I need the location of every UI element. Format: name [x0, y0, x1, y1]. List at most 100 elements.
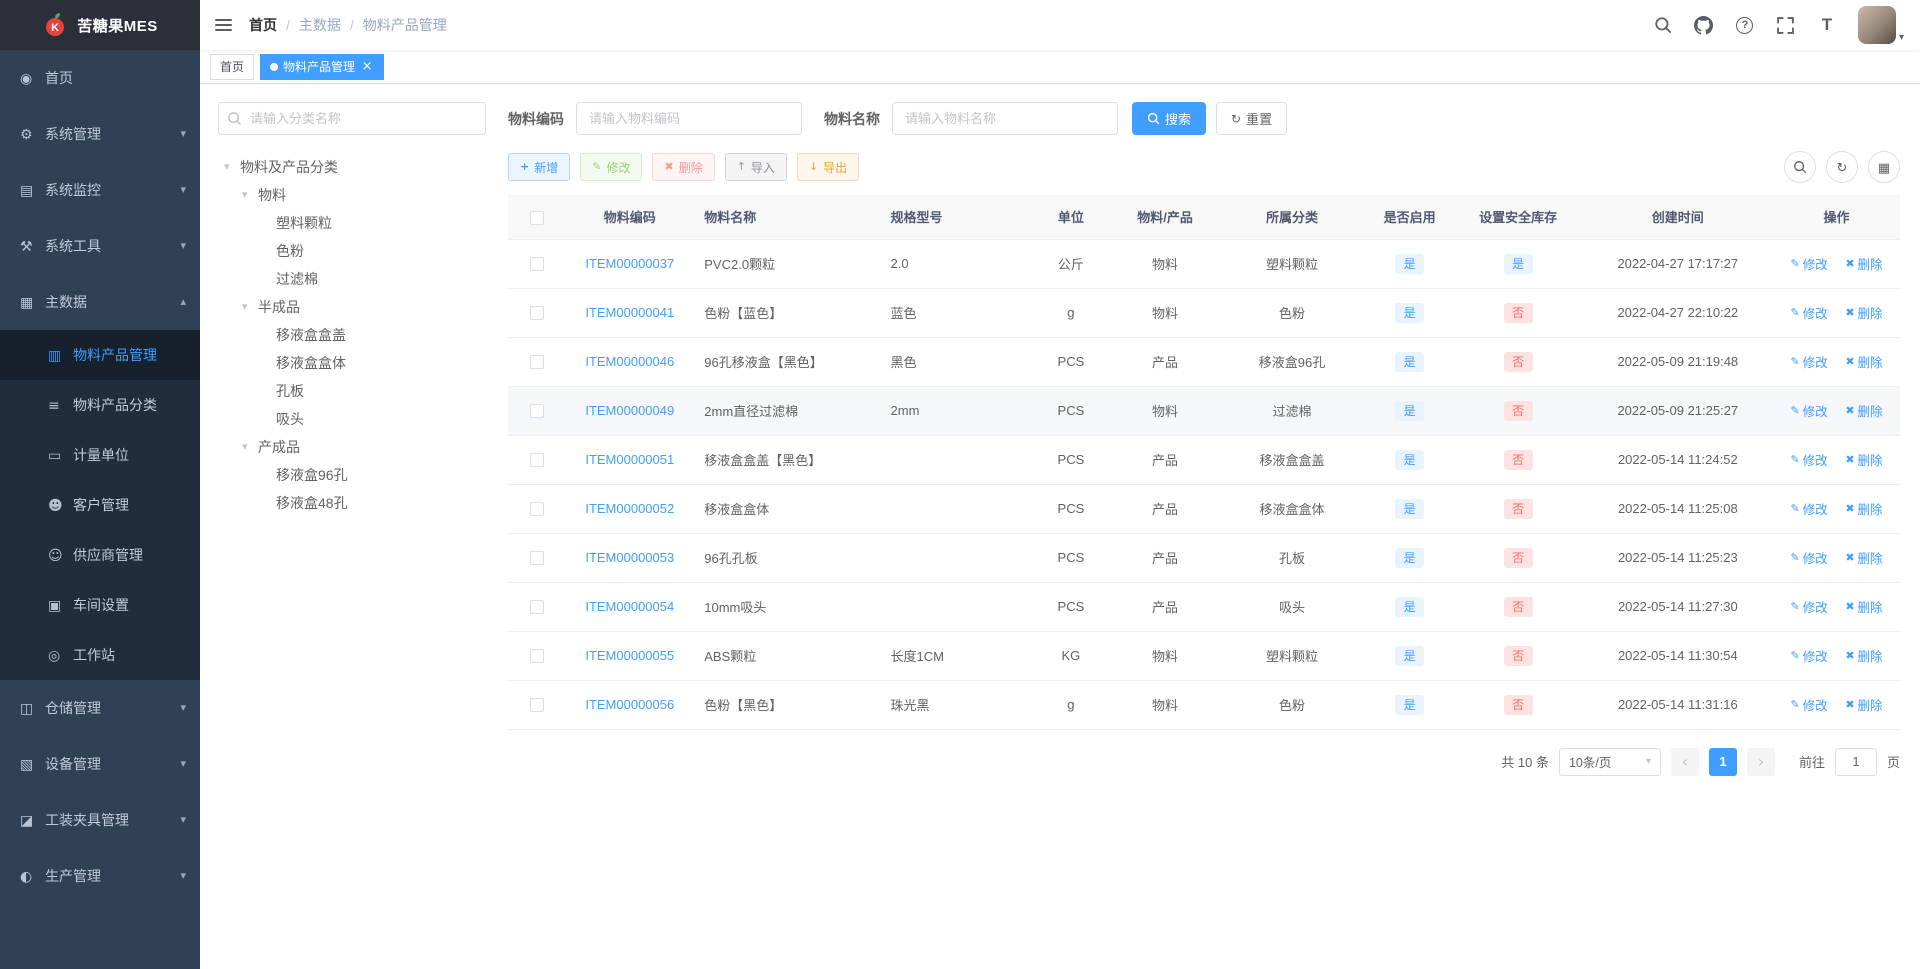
tree-node[interactable]: 孔板	[222, 377, 486, 405]
row-checkbox[interactable]	[529, 502, 544, 517]
goto-page-input[interactable]	[1834, 747, 1877, 776]
fullscreen-icon[interactable]	[1776, 15, 1796, 35]
row-checkbox[interactable]	[529, 551, 544, 566]
edit-row-link[interactable]: 修改	[1790, 254, 1828, 273]
row-checkbox[interactable]	[529, 306, 544, 321]
tab-material-product[interactable]: 物料产品管理	[260, 53, 385, 80]
tree-node[interactable]: 物料	[222, 181, 486, 209]
edit-row-link[interactable]: 修改	[1790, 401, 1828, 420]
material-code-input[interactable]	[576, 102, 802, 135]
tree-node[interactable]: 物料及产品分类	[222, 153, 486, 181]
edit-row-link[interactable]: 修改	[1790, 352, 1828, 371]
sidebar-item[interactable]: 供应商管理	[0, 530, 200, 580]
material-code-link[interactable]: ITEM00000056	[585, 697, 674, 712]
page-number-button[interactable]: 1	[1708, 747, 1737, 776]
sidebar-toggle-button[interactable]	[200, 0, 247, 50]
material-code-link[interactable]: ITEM00000053	[585, 550, 674, 565]
select-all-checkbox[interactable]	[529, 210, 544, 225]
search-button[interactable]: 搜索	[1132, 102, 1207, 135]
next-page-button[interactable]	[1746, 747, 1775, 776]
tree-node[interactable]: 产成品	[222, 433, 486, 461]
help-icon[interactable]: ?	[1735, 15, 1755, 35]
row-checkbox[interactable]	[529, 404, 544, 419]
delete-row-link[interactable]: 删除	[1845, 303, 1883, 322]
refresh-button[interactable]	[1826, 151, 1858, 183]
row-checkbox[interactable]	[529, 453, 544, 468]
tree-node[interactable]: 移液盒盒盖	[222, 321, 486, 349]
sidebar-item[interactable]: 仓储管理	[0, 680, 200, 736]
sidebar-item[interactable]: 系统管理	[0, 106, 200, 162]
delete-row-link[interactable]: 删除	[1845, 450, 1883, 469]
breadcrumb-home[interactable]: 首页	[249, 15, 277, 35]
material-code-link[interactable]: ITEM00000052	[585, 501, 674, 516]
row-checkbox[interactable]	[529, 257, 544, 272]
material-code-link[interactable]: ITEM00000055	[585, 648, 674, 663]
tree-node[interactable]: 色粉	[222, 237, 486, 265]
tree-node[interactable]: 移液盒盒体	[222, 349, 486, 377]
columns-toggle-button[interactable]	[1868, 151, 1900, 183]
add-button[interactable]: 新增	[508, 153, 571, 181]
sidebar-item[interactable]: 系统监控	[0, 162, 200, 218]
tree-node[interactable]: 吸头	[222, 405, 486, 433]
delete-row-link[interactable]: 删除	[1845, 597, 1883, 616]
edit-row-link[interactable]: 修改	[1790, 499, 1828, 518]
row-checkbox[interactable]	[529, 600, 544, 615]
tree-expand-icon[interactable]	[224, 161, 240, 173]
delete-row-link[interactable]: 删除	[1845, 352, 1883, 371]
delete-row-link[interactable]: 删除	[1845, 548, 1883, 567]
sidebar-item[interactable]: 物料产品分类	[0, 380, 200, 430]
delete-row-link[interactable]: 删除	[1845, 695, 1883, 714]
prev-page-button[interactable]	[1670, 747, 1699, 776]
show-search-toggle-button[interactable]	[1784, 151, 1816, 183]
sidebar-item[interactable]: 工装夹具管理	[0, 792, 200, 848]
edit-row-link[interactable]: 修改	[1790, 646, 1828, 665]
tree-expand-icon[interactable]	[242, 301, 258, 313]
material-code-link[interactable]: ITEM00000051	[585, 452, 674, 467]
sidebar-item[interactable]: 客户管理	[0, 480, 200, 530]
material-code-link[interactable]: ITEM00000049	[585, 403, 674, 418]
tree-node[interactable]: 移液盒48孔	[222, 489, 486, 517]
sidebar-item[interactable]: 首页	[0, 50, 200, 106]
material-code-link[interactable]: ITEM00000037	[585, 256, 674, 271]
close-tab-icon[interactable]	[360, 60, 374, 74]
tree-node[interactable]: 半成品	[222, 293, 486, 321]
tree-expand-icon[interactable]	[242, 441, 258, 453]
material-code-link[interactable]: ITEM00000046	[585, 354, 674, 369]
material-code-link[interactable]: ITEM00000054	[585, 599, 674, 614]
tree-node[interactable]: 移液盒96孔	[222, 461, 486, 489]
sidebar-item[interactable]: 生产管理	[0, 848, 200, 904]
edit-row-link[interactable]: 修改	[1790, 695, 1828, 714]
sidebar-item[interactable]: 主数据	[0, 274, 200, 330]
sidebar-item[interactable]: 车间设置	[0, 580, 200, 630]
sidebar-item[interactable]: 设备管理	[0, 736, 200, 792]
sidebar-item[interactable]: 系统工具	[0, 218, 200, 274]
row-checkbox[interactable]	[529, 649, 544, 664]
sidebar-item[interactable]: 物料产品管理	[0, 330, 200, 380]
sidebar-item[interactable]: 计量单位	[0, 430, 200, 480]
font-size-icon[interactable]: T	[1817, 15, 1837, 35]
edit-row-link[interactable]: 修改	[1790, 303, 1828, 322]
app-logo[interactable]: K 苦糖果MES	[0, 0, 200, 50]
delete-row-link[interactable]: 删除	[1845, 499, 1883, 518]
tab-home[interactable]: 首页	[210, 53, 255, 80]
delete-row-link[interactable]: 删除	[1845, 646, 1883, 665]
delete-row-link[interactable]: 删除	[1845, 401, 1883, 420]
tree-node[interactable]: 塑料颗粒	[222, 209, 486, 237]
row-checkbox[interactable]	[529, 698, 544, 713]
avatar[interactable]	[1857, 6, 1896, 44]
edit-row-link[interactable]: 修改	[1790, 597, 1828, 616]
row-checkbox[interactable]	[529, 355, 544, 370]
delete-row-link[interactable]: 删除	[1845, 254, 1883, 273]
sidebar-item[interactable]: 工作站	[0, 630, 200, 680]
edit-row-link[interactable]: 修改	[1790, 450, 1828, 469]
export-button[interactable]: 导出	[796, 153, 860, 181]
search-icon[interactable]	[1653, 15, 1673, 35]
page-size-select[interactable]: 10条/页	[1558, 747, 1661, 776]
delete-button[interactable]: 删除	[652, 153, 715, 181]
tree-expand-icon[interactable]	[242, 189, 258, 201]
import-button[interactable]: 导入	[724, 153, 787, 181]
tree-node[interactable]: 过滤棉	[222, 265, 486, 293]
user-menu[interactable]	[1857, 6, 1904, 44]
category-search-input[interactable]	[218, 102, 486, 135]
material-name-input[interactable]	[892, 102, 1118, 135]
